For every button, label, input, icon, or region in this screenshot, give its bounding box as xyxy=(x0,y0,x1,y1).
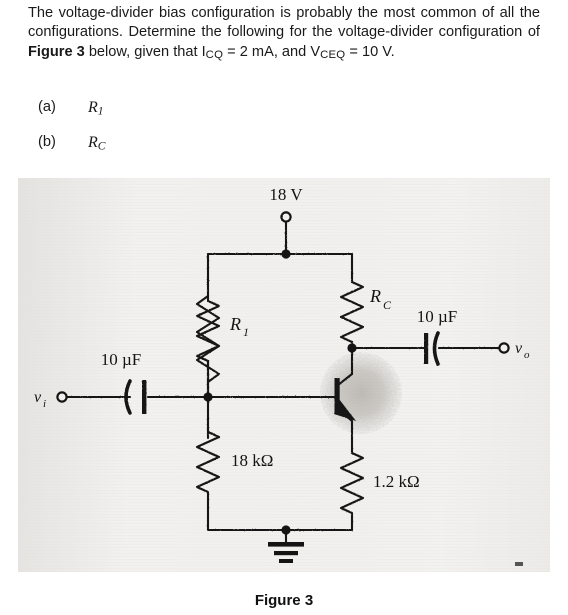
vceq-subscript: CEQ xyxy=(320,48,346,61)
problem-text-part-1: The voltage-divider bias configuration i… xyxy=(28,5,540,41)
part-b-answer-symbol: RC xyxy=(88,134,105,152)
scan-artifact-mark xyxy=(515,562,523,566)
resistor-rc-zigzag xyxy=(339,276,365,350)
label-r1-subscript: 1 xyxy=(243,325,249,339)
label-r2-value: 18 kΩ xyxy=(231,451,273,470)
resistor-re-zigzag xyxy=(339,446,365,532)
label-rc-subscript: C xyxy=(383,298,392,312)
label-r1-symbol: R xyxy=(229,314,241,334)
label-supply-voltage: 18 V xyxy=(269,185,303,204)
top-rail-wire xyxy=(206,252,354,298)
label-vi-symbol: v xyxy=(34,389,42,406)
part-a-answer-symbol: R1 xyxy=(88,99,104,117)
figure-caption: Figure 3 xyxy=(254,592,314,609)
resistor-r2-zigzag xyxy=(195,425,221,532)
supply-terminal xyxy=(280,211,292,256)
question-part-a: (a) R1 xyxy=(38,99,238,121)
junction-collector-output xyxy=(347,343,357,353)
circuit-schematic: 18 V R 1 R C 18 kΩ 1.2 kΩ 10 µF 10 µF v xyxy=(34,185,530,566)
part-a-subscript: 1 xyxy=(97,105,104,118)
label-vo-subscript: o xyxy=(524,349,530,361)
label-cin-value: 10 µF xyxy=(101,350,142,369)
part-b-subscript: C xyxy=(97,140,106,153)
label-output-signal: v o xyxy=(515,340,530,361)
part-b-symbol: R xyxy=(88,134,98,151)
question-part-b: (b) RC xyxy=(38,134,238,156)
icq-subscript: CQ xyxy=(205,48,224,61)
capacitor-cout xyxy=(424,331,440,366)
junction-base-divider xyxy=(203,392,213,402)
label-rc: R C xyxy=(369,286,392,312)
scan-smudge-blob xyxy=(320,352,402,434)
label-cout-value: 10 µF xyxy=(417,307,458,326)
label-rc-symbol: R xyxy=(369,286,381,306)
label-input-signal: v i xyxy=(34,389,46,410)
figure-reference: Figure 3 xyxy=(28,43,85,60)
problem-statement: The voltage-divider bias configuration i… xyxy=(28,4,540,65)
problem-text-part-3: = 2 mA, and V xyxy=(223,43,321,60)
part-b-tag: (b) xyxy=(38,134,56,150)
part-a-tag: (a) xyxy=(38,99,56,115)
problem-text-part-4: = 10 V. xyxy=(345,43,395,60)
label-re-value: 1.2 kΩ xyxy=(373,472,420,491)
circuit-figure: 18 V R 1 R C 18 kΩ 1.2 kΩ 10 µF 10 µF v xyxy=(18,178,550,572)
output-terminal xyxy=(498,342,510,354)
ground-symbol xyxy=(268,542,304,563)
label-vi-subscript: i xyxy=(43,398,46,410)
junction-ground xyxy=(281,525,291,535)
input-terminal xyxy=(56,391,68,403)
junction-supply xyxy=(281,249,291,259)
part-a-symbol: R xyxy=(88,99,98,116)
problem-text-part-2: below, given that I xyxy=(84,43,206,60)
label-vo-symbol: v xyxy=(515,340,523,357)
label-r1: R 1 xyxy=(229,314,249,339)
